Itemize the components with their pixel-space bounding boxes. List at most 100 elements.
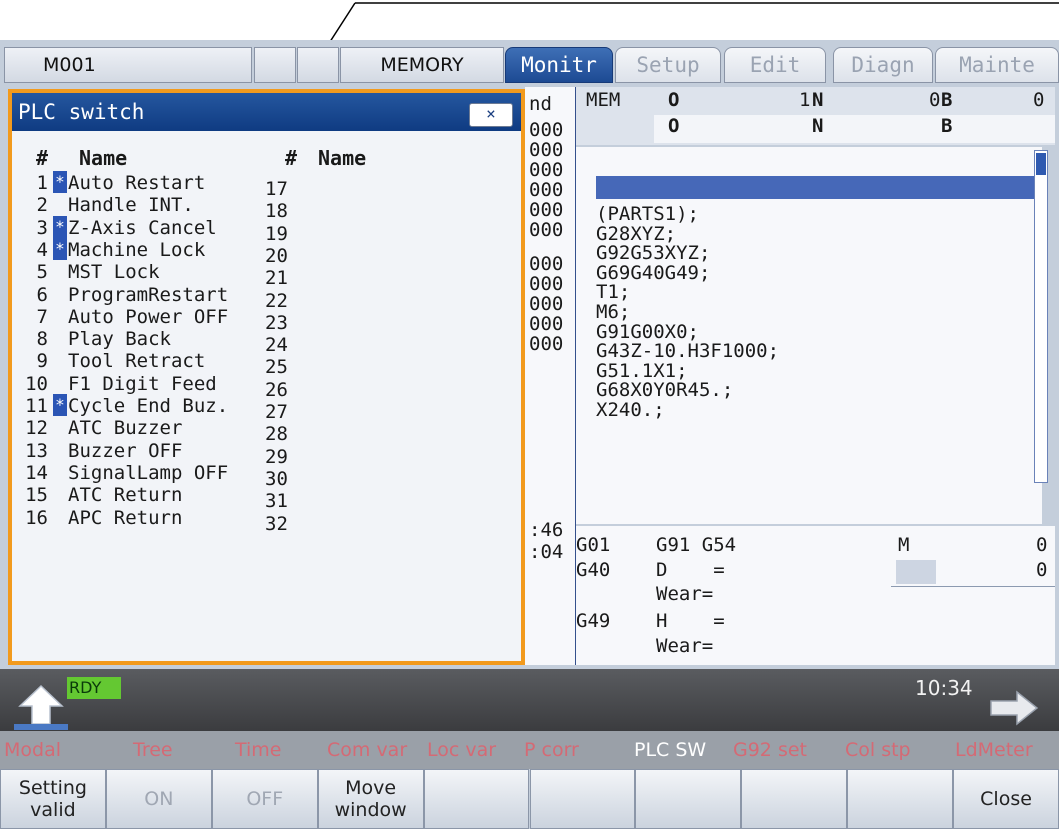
switch-name: Buzzer OFF <box>68 439 183 462</box>
switch-row[interactable]: 2 Handle INT. 18 <box>12 194 482 222</box>
switch-on-marker: * <box>53 215 67 238</box>
o-value: 1 <box>799 89 811 111</box>
counter-fragment: 000 <box>529 253 564 275</box>
switch-name: Auto Restart <box>68 172 206 194</box>
switch-row[interactable]: 12 ATC Buzzer 28 <box>12 417 482 445</box>
mem-label: MEM <box>586 89 621 111</box>
switch-on-marker: * <box>53 171 67 193</box>
softkey-8[interactable] <box>741 769 848 829</box>
counter-fragment: 000 <box>529 119 564 141</box>
softkey-3[interactable]: OFF <box>211 769 318 829</box>
menu-item-modal[interactable]: Modal <box>4 739 61 761</box>
menu-item-com-var[interactable]: Com var <box>327 739 407 761</box>
softkey-1[interactable]: Setting valid <box>0 769 106 829</box>
counter-fragment: 000 <box>529 219 564 241</box>
menu-item-time[interactable]: Time <box>235 739 282 761</box>
switch-row[interactable]: 3 * Z-Axis Cancel 19 <box>12 215 482 245</box>
modal-g01: G01 <box>576 534 611 556</box>
n-label: N <box>812 89 824 111</box>
switch-number: 10 <box>25 372 48 395</box>
menu-item-col-stp[interactable]: Col stp <box>845 739 911 761</box>
d-value: 0 <box>1036 559 1048 581</box>
switch-row[interactable]: 6 ProgramRestart 22 <box>12 283 482 312</box>
tab-edit[interactable]: Edit <box>724 47 826 83</box>
switch-row[interactable]: 9 Tool Retract 25 <box>12 350 482 378</box>
switch-row[interactable]: 15 ATC Return 31 <box>12 484 482 512</box>
menu-bar: Modal Tree Time Com var Loc var P corr PLC SW G… <box>0 731 1059 769</box>
switch-row[interactable]: 11 * Cycle End Buz. 27 <box>12 394 482 423</box>
softkey-6[interactable] <box>529 769 636 829</box>
switch-number: 7 <box>36 305 48 328</box>
ready-indicator: RDY <box>67 677 121 699</box>
current-line-highlight <box>596 176 1034 199</box>
n-value: 0 <box>929 89 941 111</box>
menu-item-tree[interactable]: Tree <box>133 739 173 761</box>
softkey-9[interactable] <box>847 769 954 829</box>
softkey-7[interactable] <box>635 769 742 829</box>
switch-row[interactable]: 14 SignalLamp OFF 30 <box>12 461 482 490</box>
counter-fragment: 000 <box>529 159 564 181</box>
scroll-thumb[interactable] <box>1036 153 1046 175</box>
switch-on-marker: * <box>53 394 67 416</box>
switch-number: 16 <box>25 506 48 529</box>
switch-name: ProgramRestart <box>68 283 229 306</box>
close-icon[interactable]: × <box>469 103 513 127</box>
switch-name: APC Return <box>68 506 183 529</box>
switch-number: 4 <box>36 238 48 261</box>
menu-item-p-corr[interactable]: P corr <box>524 739 579 761</box>
o-label-2: O <box>668 115 680 137</box>
program-line: X240.; <box>596 398 665 421</box>
h-wear: Wear= <box>656 635 714 657</box>
switch-number: 3 <box>36 216 48 239</box>
popup-title-bar[interactable]: PLC switch <box>12 93 521 131</box>
plc-switch-window: PLC switch × # Name # Name 1 * Auto Restar… <box>8 89 525 665</box>
switch-row[interactable]: 13 Buzzer OFF 29 <box>12 439 482 468</box>
modal-grid-line <box>891 586 1055 587</box>
tab-setup[interactable]: Setup <box>615 47 721 83</box>
program-lines: (PARTS1); G28XYZ; G92G53XYZ; G69G40G49; T1; M… <box>596 203 779 421</box>
softkey-2[interactable]: ON <box>105 769 212 829</box>
tab-diagn[interactable]: Diagn <box>833 47 933 83</box>
switch-row[interactable]: 16 APC Return 32 <box>12 506 482 535</box>
softkey-5[interactable] <box>423 769 530 829</box>
switch-row[interactable]: 1 * Auto Restart 17 <box>12 171 482 200</box>
switch-name: MST Lock <box>68 261 160 284</box>
col-name-1: Name <box>79 146 128 170</box>
operation-mode: MEMORY <box>340 47 504 83</box>
menu-item-ldmeter[interactable]: LdMeter <box>955 739 1033 761</box>
program-line: G68X0Y0R45.; <box>596 379 734 402</box>
switch-number: 6 <box>36 283 48 306</box>
softkey-4[interactable]: Move window <box>317 769 424 829</box>
next-arrow-icon[interactable] <box>985 690 1041 726</box>
switch-row[interactable]: 4 * Machine Lock 20 <box>12 237 482 267</box>
tab-monitr[interactable]: Monitr <box>505 47 613 83</box>
program-line: G92G53XYZ; <box>596 242 711 265</box>
switch-row[interactable]: 10 F1 Digit Feed 26 <box>12 372 482 401</box>
switch-row[interactable]: 5 MST Lock 21 <box>12 261 482 289</box>
d-wear: Wear= <box>656 583 714 605</box>
tab-mainte[interactable]: Mainte <box>935 47 1059 83</box>
switch-name: Play Back <box>68 328 171 351</box>
menu-item-g92-set[interactable]: G92 set <box>733 739 807 761</box>
switch-number-2: 32 <box>265 512 288 535</box>
counter-panel-fragment: nd 000 000 000 000 000 000 000 000 000 000 000:46:0… <box>525 87 576 665</box>
program-scrollbar[interactable] <box>1034 150 1048 483</box>
softkey-10[interactable]: Close <box>953 769 1059 829</box>
switch-row[interactable]: 8 Play Back 24 <box>12 328 482 356</box>
counter-fragment: nd <box>529 93 552 115</box>
switch-number: 13 <box>25 439 48 462</box>
switch-name: F1 Digit Feed <box>68 372 217 395</box>
switch-row[interactable]: 7 Auto Power OFF 23 <box>12 305 482 334</box>
switch-name: Machine Lock <box>68 238 206 261</box>
switch-name: SignalLamp OFF <box>68 461 229 484</box>
b-label: B <box>941 89 953 111</box>
back-arrow-icon[interactable] <box>14 682 68 730</box>
switch-name: Tool Retract <box>68 350 206 373</box>
counter-fragment: 000 <box>529 273 564 295</box>
counter-fragment: 000 <box>529 179 564 201</box>
menu-item-loc-var[interactable]: Loc var <box>427 739 496 761</box>
switch-number: 14 <box>25 461 48 484</box>
menu-item-plc-sw[interactable]: PLC SW <box>634 739 706 761</box>
switch-name: ATC Return <box>68 484 183 507</box>
program-line: (PARTS1); <box>596 203 699 225</box>
